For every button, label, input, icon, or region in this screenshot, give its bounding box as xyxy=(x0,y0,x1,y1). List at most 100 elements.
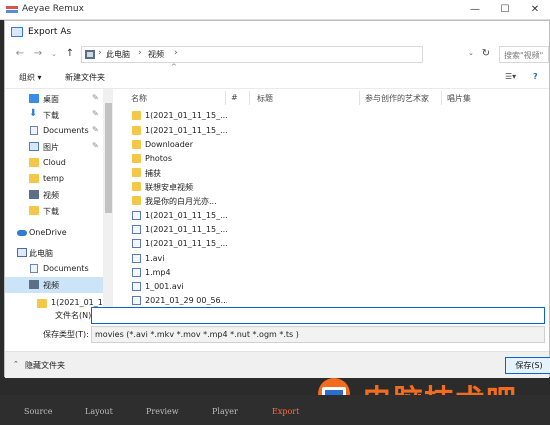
file-name: 我是你的白月光亦... xyxy=(145,197,217,206)
help-icon[interactable]: ? xyxy=(533,72,538,81)
dialog-titlebar: Export As xyxy=(5,21,549,43)
minimize-icon[interactable]: — xyxy=(460,0,490,20)
sidebar-item-label: 桌面 xyxy=(43,95,59,104)
file-name: Photos xyxy=(145,154,172,163)
sidebar-item-videos-quick[interactable]: 视频 xyxy=(5,187,103,203)
address-bar[interactable]: › 此电脑 › 视频 › ⌄ xyxy=(81,46,474,63)
new-folder-button[interactable]: 新建文件夹 xyxy=(65,72,105,83)
documents-icon xyxy=(30,264,38,273)
pin-icon[interactable]: ✎ xyxy=(92,125,99,134)
computer-icon xyxy=(17,248,27,257)
tab-player[interactable]: Player xyxy=(212,407,238,416)
video-file-icon xyxy=(132,282,141,291)
sidebar-item-label: Documents xyxy=(43,126,89,135)
refresh-icon[interactable]: ↻ xyxy=(479,47,493,61)
list-item[interactable]: 1(2021_01_11_15_... xyxy=(129,209,229,223)
column-divider[interactable] xyxy=(359,91,360,105)
column-number[interactable]: # xyxy=(231,93,238,102)
sidebar-item-temp[interactable]: temp xyxy=(5,171,103,187)
sidebar-item-this-pc[interactable]: 此电脑 xyxy=(5,245,103,261)
video-file-icon xyxy=(132,211,141,220)
tab-layout[interactable]: Layout xyxy=(85,407,113,416)
list-item[interactable]: 我是你的白月光亦... xyxy=(129,194,229,208)
pin-icon[interactable]: ✎ xyxy=(92,93,99,102)
sidebar-item-desktop[interactable]: 桌面 ✎ xyxy=(5,91,103,107)
filename-input[interactable] xyxy=(91,307,545,324)
list-item[interactable]: 1.avi xyxy=(129,252,229,266)
sidebar-item-label: 下载 xyxy=(43,111,59,120)
up-icon[interactable]: ↑ xyxy=(63,47,77,61)
pin-icon[interactable]: ✎ xyxy=(92,141,99,150)
column-album[interactable]: 唱片集 xyxy=(447,93,471,104)
sidebar-item-label: temp xyxy=(43,174,64,183)
sidebar-item-documents[interactable]: Documents ✎ xyxy=(5,123,103,139)
column-artists[interactable]: 参与创作的艺术家 xyxy=(365,93,429,104)
breadcrumb-separator-icon: › xyxy=(138,48,142,58)
sidebar-item-downloads[interactable]: ⬇ 下载 ✎ xyxy=(5,107,103,123)
breadcrumb-videos[interactable]: 视频 xyxy=(148,49,164,60)
videos-icon xyxy=(29,280,39,289)
chevron-up-icon[interactable]: ⌃ xyxy=(13,360,19,368)
column-divider[interactable] xyxy=(441,91,442,105)
column-divider[interactable] xyxy=(249,91,250,105)
close-icon[interactable]: ✕ xyxy=(520,0,550,20)
documents-icon xyxy=(30,126,38,135)
hide-folders-button[interactable]: 隐藏文件夹 xyxy=(25,360,65,371)
dialog-window-icon xyxy=(11,27,23,37)
column-title[interactable]: 标题 xyxy=(257,93,273,104)
list-item[interactable]: 1.mp4 xyxy=(129,266,229,280)
list-item[interactable]: 捕获 xyxy=(129,166,229,180)
file-name: 1(2021_01_11_15_... xyxy=(145,111,227,120)
dialog-toolbar: 组织 ▾ 新建文件夹 ^ ☰▾ ? xyxy=(5,63,549,89)
folder-icon xyxy=(132,140,141,149)
list-item[interactable]: 1(2021_01_11_15_... xyxy=(129,124,229,138)
sidebar-item-onedrive[interactable]: OneDrive xyxy=(5,225,103,241)
back-icon[interactable]: ← xyxy=(13,47,27,61)
list-item[interactable]: Downloader xyxy=(129,138,229,152)
sidebar-item-pc-videos[interactable]: 视频 xyxy=(5,277,103,293)
desktop-icon xyxy=(29,94,39,103)
search-input[interactable]: 搜索"视频" xyxy=(499,46,549,63)
organize-button[interactable]: 组织 ▾ xyxy=(19,72,42,83)
file-name: 1(2021_01_11_15_... xyxy=(145,225,227,234)
list-item[interactable]: 1(2021_01_11_15_... xyxy=(129,237,229,251)
tab-export[interactable]: Export xyxy=(272,407,299,416)
app-logo-icon xyxy=(6,6,18,13)
file-name: 1_001.avi xyxy=(145,282,184,291)
pin-icon[interactable]: ✎ xyxy=(92,109,99,118)
list-item[interactable]: Photos xyxy=(129,152,229,166)
video-file-icon xyxy=(132,225,141,234)
navigation-pane: 桌面 ✎ ⬇ 下载 ✎ Documents ✎ 图片 ✎ Cloud temp xyxy=(5,89,113,321)
app-tab-bar: Source Layout Preview Player Export xyxy=(0,395,550,425)
column-header: 名称 # 标题 参与创作的艺术家 唱片集 xyxy=(115,89,549,107)
sidebar-scrollbar-thumb[interactable] xyxy=(105,103,112,213)
list-item[interactable]: 1_001.avi xyxy=(129,280,229,294)
tab-source[interactable]: Source xyxy=(24,407,53,416)
list-item[interactable]: 联想安卓视频 xyxy=(129,180,229,194)
forward-icon[interactable]: → xyxy=(31,47,45,61)
breadcrumb-this-pc[interactable]: 此电脑 xyxy=(106,49,130,60)
list-item[interactable]: 1(2021_01_11_15_... xyxy=(129,223,229,237)
sidebar-item-cloud[interactable]: Cloud xyxy=(5,155,103,171)
recent-dropdown-icon[interactable]: ⌄ xyxy=(47,47,61,61)
sidebar-item-label: Documents xyxy=(43,264,89,273)
folder-icon xyxy=(132,168,141,177)
tab-preview[interactable]: Preview xyxy=(146,407,179,416)
folder-icon xyxy=(132,154,141,163)
view-options-icon[interactable]: ☰▾ xyxy=(505,72,516,81)
address-dropdown-icon[interactable]: ⌄ xyxy=(468,49,474,57)
list-item[interactable]: 1(2021_01_11_15_... xyxy=(129,109,229,123)
sidebar-item-downloads-folder[interactable]: 下载 xyxy=(5,203,103,219)
filetype-select[interactable]: movies (*.avi *.mkv *.mov *.mp4 *.nut *.… xyxy=(91,326,545,343)
folder-icon xyxy=(29,206,39,215)
sidebar-item-pictures[interactable]: 图片 ✎ xyxy=(5,139,103,155)
sidebar-item-pc-documents[interactable]: Documents xyxy=(5,261,103,277)
file-name: Downloader xyxy=(145,140,193,149)
file-name: 1(2021_01_11_15_... xyxy=(145,239,227,248)
filetype-value: movies (*.avi *.mkv *.mov *.mp4 *.nut *.… xyxy=(95,330,299,339)
column-divider[interactable] xyxy=(225,91,226,105)
sidebar-item-label: OneDrive xyxy=(29,228,67,237)
column-name[interactable]: 名称 xyxy=(131,93,147,104)
maximize-icon[interactable]: ☐ xyxy=(490,0,520,20)
download-icon: ⬇ xyxy=(29,108,38,119)
